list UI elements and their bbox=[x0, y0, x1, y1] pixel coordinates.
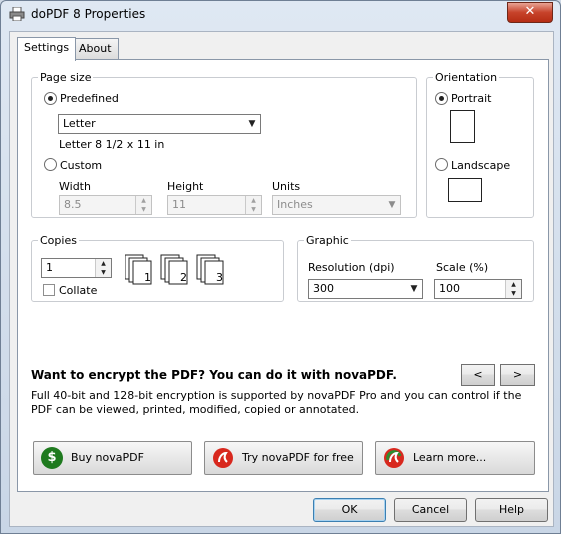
cancel-button[interactable]: Cancel bbox=[394, 498, 467, 522]
novapdf-logo-icon bbox=[213, 448, 233, 468]
learn-more-button[interactable]: Learn more... bbox=[375, 441, 535, 475]
spin-down-icon[interactable]: ▼ bbox=[95, 268, 111, 277]
units-value: Inches bbox=[277, 198, 313, 211]
orientation-group-label: Orientation bbox=[435, 71, 498, 84]
spin-up-icon[interactable]: ▲ bbox=[245, 196, 261, 205]
units-label: Units bbox=[272, 180, 301, 193]
spin-up-icon[interactable]: ▲ bbox=[505, 280, 521, 289]
chevron-down-icon: ▼ bbox=[248, 119, 256, 129]
close-button[interactable]: ✕ bbox=[507, 2, 553, 23]
promo-prev-button[interactable]: < bbox=[461, 364, 495, 386]
scale-spinner[interactable]: 100 ▲ ▼ bbox=[434, 279, 522, 299]
collated-pages-icon: 1 2 3 bbox=[125, 254, 224, 285]
page-number-2: 2 bbox=[180, 271, 187, 284]
copies-spinner[interactable]: 1 ▲ ▼ bbox=[41, 258, 112, 278]
collate-checkbox[interactable] bbox=[43, 284, 55, 296]
buy-novapdf-button[interactable]: $ Buy novaPDF bbox=[33, 441, 192, 475]
scale-label: Scale (%) bbox=[436, 261, 489, 274]
custom-label: Custom bbox=[60, 159, 103, 172]
spin-up-icon[interactable]: ▲ bbox=[95, 259, 111, 268]
tab-about[interactable]: About bbox=[72, 38, 119, 59]
resolution-value: 300 bbox=[313, 282, 334, 295]
portrait-radio[interactable] bbox=[435, 92, 448, 105]
buy-novapdf-label: Buy novaPDF bbox=[71, 451, 144, 464]
chevron-down-icon: ▼ bbox=[388, 200, 396, 210]
landscape-radio[interactable] bbox=[435, 158, 448, 171]
landscape-page-icon bbox=[448, 178, 482, 202]
settings-panel: Page size Predefined Letter ▼ Letter 8 1… bbox=[17, 59, 549, 492]
spin-up-icon[interactable]: ▲ bbox=[135, 196, 151, 205]
collate-label: Collate bbox=[59, 284, 98, 297]
help-button[interactable]: Help bbox=[475, 498, 548, 522]
copies-group-label: Copies bbox=[40, 234, 77, 247]
resolution-label: Resolution (dpi) bbox=[308, 261, 395, 274]
custom-radio[interactable] bbox=[44, 158, 57, 171]
printer-icon bbox=[9, 7, 25, 21]
spin-down-icon[interactable]: ▼ bbox=[135, 205, 151, 214]
novapdf-logo-icon bbox=[384, 448, 404, 468]
learn-more-label: Learn more... bbox=[413, 451, 487, 464]
try-novapdf-label: Try novaPDF for free bbox=[242, 451, 354, 464]
title-bar[interactable]: doPDF 8 Properties ✕ bbox=[1, 1, 560, 29]
scale-value: 100 bbox=[439, 282, 460, 295]
paper-size-value: Letter bbox=[63, 117, 96, 130]
promo-headline: Want to encrypt the PDF? You can do it w… bbox=[31, 368, 397, 382]
portrait-label: Portrait bbox=[451, 92, 492, 105]
spin-down-icon[interactable]: ▼ bbox=[245, 205, 261, 214]
width-spinner[interactable]: 8.5 ▲ ▼ bbox=[59, 195, 152, 215]
predefined-radio[interactable] bbox=[44, 92, 57, 105]
landscape-label: Landscape bbox=[451, 159, 511, 172]
height-spinner[interactable]: 11 ▲ ▼ bbox=[167, 195, 262, 215]
page-number-1: 1 bbox=[144, 271, 151, 284]
dollar-icon: $ bbox=[41, 447, 63, 469]
height-label: Height bbox=[167, 180, 204, 193]
ok-button[interactable]: OK bbox=[313, 498, 386, 522]
dialog-window: doPDF 8 Properties ✕ Settings About Page… bbox=[0, 0, 561, 534]
units-select[interactable]: Inches ▼ bbox=[272, 195, 401, 215]
page-size-group-label: Page size bbox=[40, 71, 92, 84]
resolution-select[interactable]: 300 ▼ bbox=[308, 279, 423, 299]
dialog-client: Settings About Page size Predefined Lett… bbox=[9, 31, 554, 527]
chevron-down-icon: ▼ bbox=[410, 284, 418, 294]
spin-down-icon[interactable]: ▼ bbox=[505, 289, 521, 298]
portrait-page-icon bbox=[450, 110, 475, 143]
graphic-group-label: Graphic bbox=[306, 234, 349, 247]
paper-size-description: Letter 8 1/2 x 11 in bbox=[59, 138, 165, 151]
paper-size-select[interactable]: Letter ▼ bbox=[58, 114, 261, 134]
copies-value: 1 bbox=[46, 261, 53, 274]
width-value: 8.5 bbox=[64, 198, 82, 211]
width-label: Width bbox=[59, 180, 91, 193]
promo-next-button[interactable]: > bbox=[500, 364, 535, 386]
height-value: 11 bbox=[172, 198, 186, 211]
try-novapdf-button[interactable]: Try novaPDF for free bbox=[204, 441, 363, 475]
page-number-3: 3 bbox=[216, 271, 223, 284]
window-title: doPDF 8 Properties bbox=[31, 7, 146, 21]
predefined-label: Predefined bbox=[60, 92, 119, 105]
tab-settings[interactable]: Settings bbox=[17, 37, 77, 61]
promo-body: Full 40-bit and 128-bit encryption is su… bbox=[31, 389, 522, 416]
